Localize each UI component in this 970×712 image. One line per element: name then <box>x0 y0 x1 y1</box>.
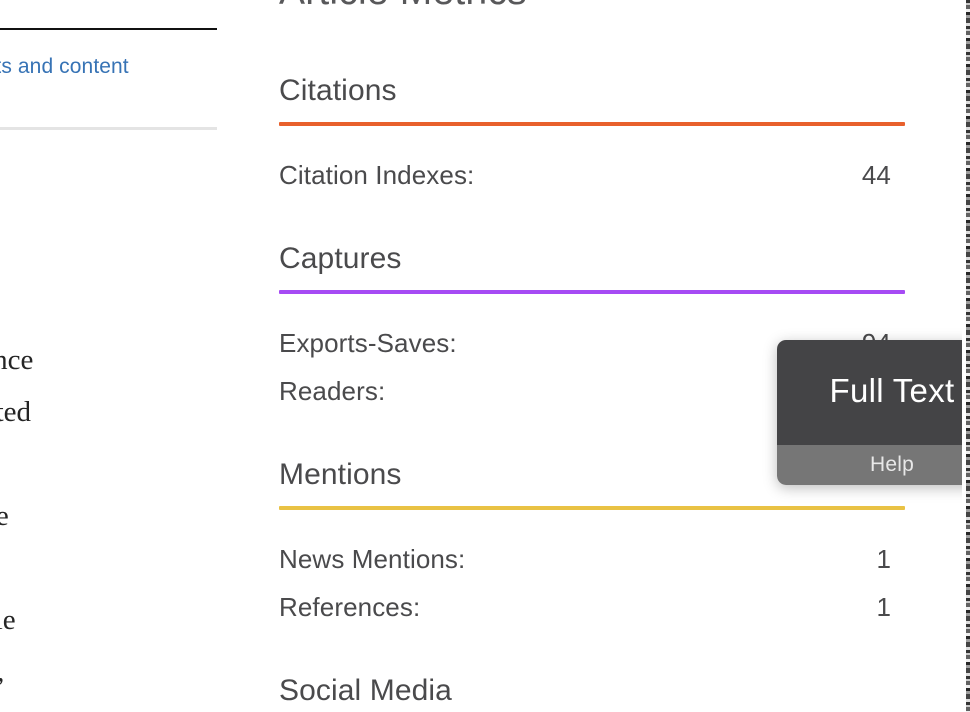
article-body-line: norms. Since <box>0 344 34 376</box>
horizontal-rule-top <box>0 28 217 30</box>
section-heading-social-media: Social Media <box>279 674 452 707</box>
article-body-line: le and male <box>0 604 16 636</box>
metric-row: References: 1 <box>279 592 891 623</box>
article-body-text: rgent norms. Since ns, we tested s can b… <box>0 282 217 698</box>
article-text-pane: rights and content rgent norms. Since ns… <box>0 0 217 712</box>
rights-and-content-link[interactable]: rights and content <box>0 50 217 84</box>
article-body-line: ns, we tested <box>0 396 31 428</box>
help-label: Help <box>870 453 914 476</box>
metric-value: 1 <box>876 592 891 622</box>
full-text-overlay[interactable]: Full Text Help <box>777 340 970 485</box>
full-text-button[interactable]: Full Text <box>777 340 970 445</box>
section-bar-citations <box>279 122 905 126</box>
metric-value: 44 <box>861 160 891 190</box>
sliver-content <box>966 0 970 712</box>
section-heading-citations: Citations <box>279 74 397 107</box>
full-text-label: Full Text <box>829 371 955 409</box>
article-body-line: rgent <box>0 282 217 334</box>
article-body-line: tions <box>0 542 217 594</box>
metric-label: References: <box>279 592 421 622</box>
metric-label: Exports-Saves: <box>279 328 457 358</box>
metric-label: Readers: <box>279 376 386 406</box>
browser-viewport: rights and content rgent norms. Since ns… <box>0 0 970 712</box>
metric-row: News Mentions: 1 <box>279 544 891 575</box>
article-body-line: form (e.g., <box>0 646 217 698</box>
section-bar-mentions <box>279 506 905 510</box>
metric-value: 1 <box>876 544 891 574</box>
section-heading-captures: Captures <box>279 242 402 275</box>
help-button[interactable]: Help <box>777 445 970 485</box>
metric-row: Citation Indexes: 44 <box>279 160 891 191</box>
article-body-line: s can be <box>0 438 217 490</box>
metric-label: News Mentions: <box>279 544 466 574</box>
section-bar-captures <box>279 290 905 294</box>
page-title: Article Metrics <box>279 0 527 14</box>
article-body-line: title. Three <box>0 500 9 532</box>
metric-label: Citation Indexes: <box>279 160 475 190</box>
horizontal-rule-light <box>0 127 217 130</box>
adjacent-window-sliver <box>966 0 970 712</box>
